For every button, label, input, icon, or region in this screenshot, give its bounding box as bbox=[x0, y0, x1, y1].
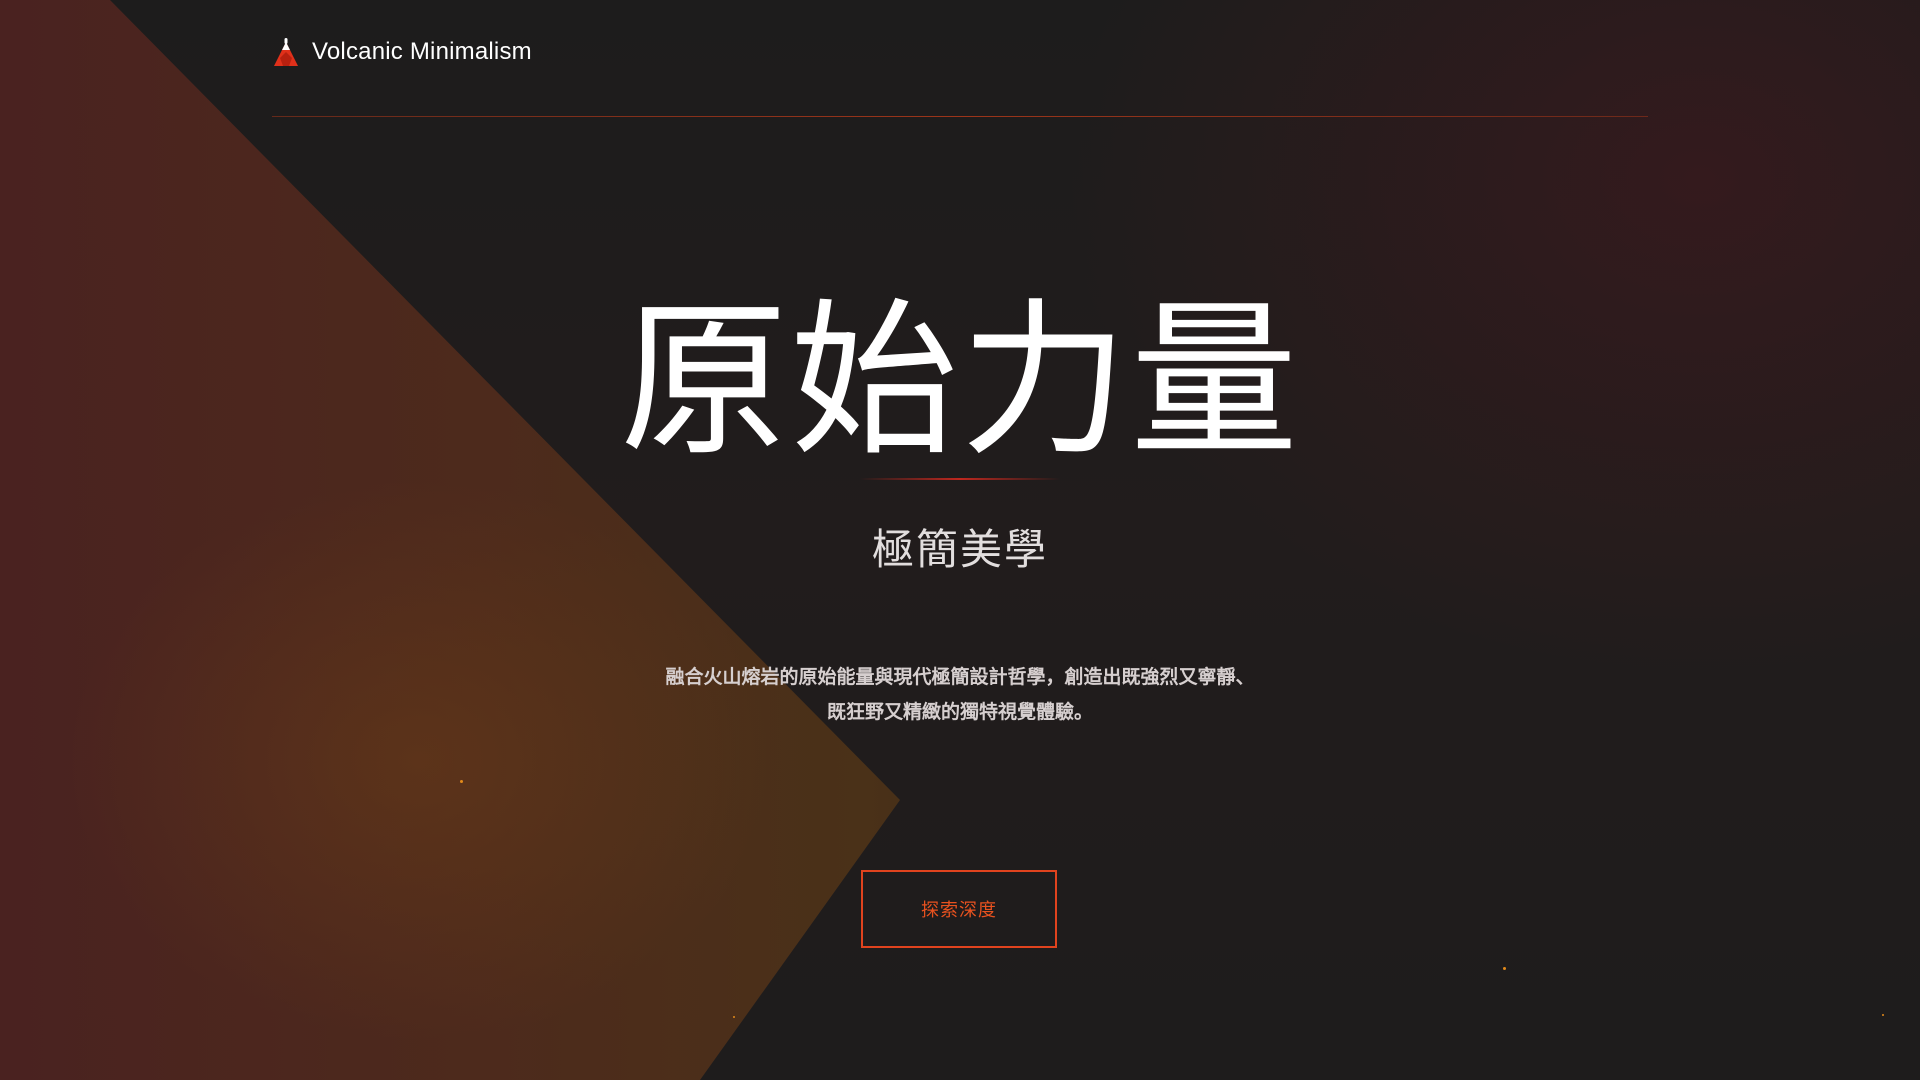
description-line-1: 融合火山熔岩的原始能量與現代極簡設計哲學，創造出既強烈又寧靜、 bbox=[665, 666, 1255, 688]
volcano-icon bbox=[274, 38, 298, 66]
header-divider bbox=[272, 116, 1648, 117]
title-divider bbox=[860, 478, 1060, 480]
landing-page: Volcanic Minimalism 原始力量 極簡美學 融合火山熔岩的原始能… bbox=[0, 0, 1920, 1080]
ember-particle bbox=[460, 780, 463, 783]
hero-subtitle: 極簡美學 bbox=[871, 525, 1048, 574]
site-header: Volcanic Minimalism bbox=[272, 36, 532, 68]
explore-depth-button[interactable]: 探索深度 bbox=[861, 870, 1057, 948]
ember-particle bbox=[733, 1016, 735, 1018]
ember-particle bbox=[1882, 1014, 1884, 1016]
hero-title: 原始力量 bbox=[620, 283, 1300, 479]
description-line-2: 既狂野又精緻的獨特視覺體驗。 bbox=[826, 701, 1093, 723]
brand-name[interactable]: Volcanic Minimalism bbox=[312, 38, 532, 66]
ember-particle bbox=[1503, 967, 1506, 970]
hero-description: 融合火山熔岩的原始能量與現代極簡設計哲學，創造出既強烈又寧靜、 既狂野又精緻的獨… bbox=[640, 660, 1280, 730]
